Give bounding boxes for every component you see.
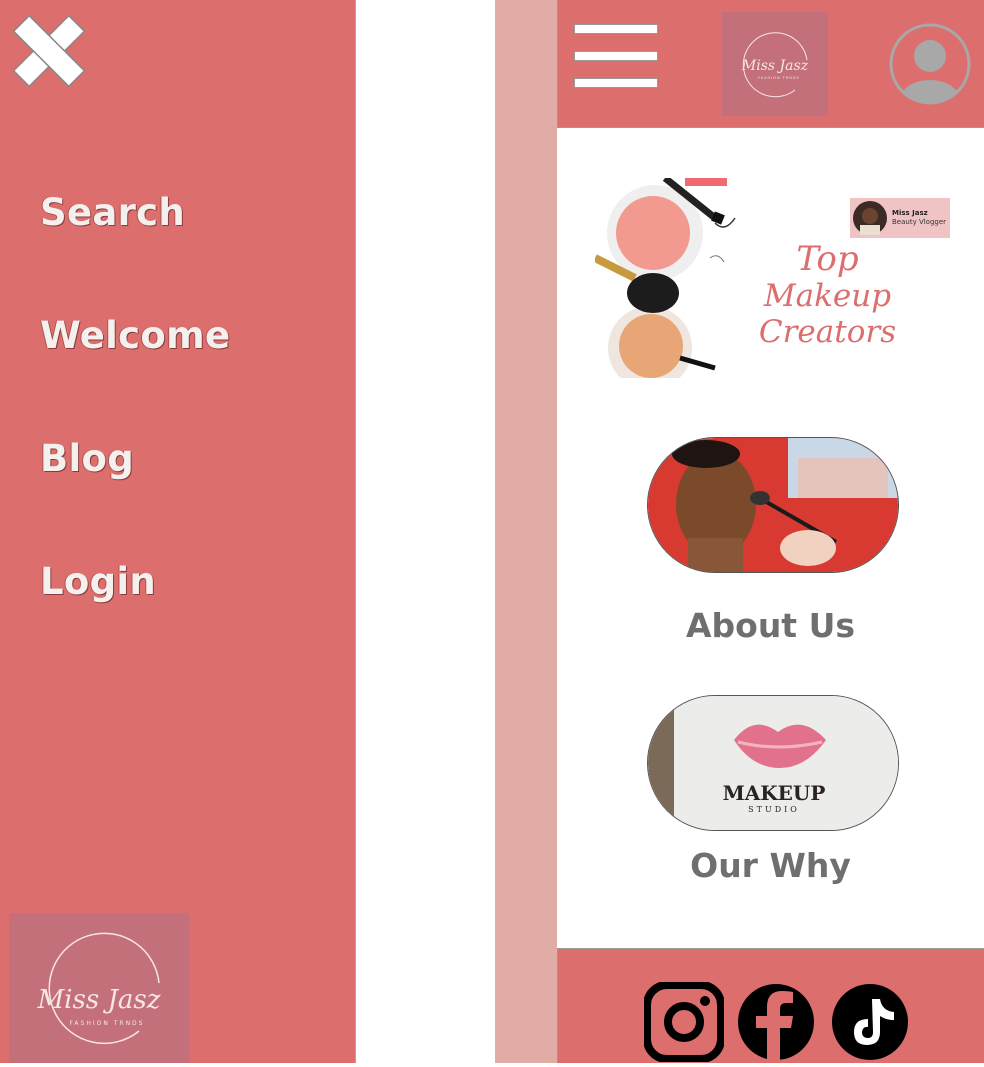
screen-edge-strip — [495, 0, 557, 1063]
nav-item-login[interactable]: Login — [40, 559, 230, 682]
banner-title-line2: Makeup Creators — [758, 278, 897, 350]
drawer-brand-logo: Miss Jasz FASHION TRNDS — [9, 913, 189, 1063]
about-us-image[interactable] — [647, 437, 899, 573]
makeup-text: MAKEUP — [723, 781, 826, 805]
nav-item-search[interactable]: Search — [40, 190, 230, 313]
drawer-logo-script: Miss Jasz — [37, 985, 161, 1015]
instagram-icon[interactable] — [644, 982, 724, 1062]
user-avatar-icon[interactable] — [888, 22, 972, 106]
tiktok-icon[interactable] — [830, 982, 910, 1062]
badge-name: Miss Jasz — [892, 209, 928, 217]
navigation-drawer: Search Welcome Blog Login Miss Jasz FASH… — [0, 0, 356, 1063]
nav-item-blog[interactable]: Blog — [40, 436, 230, 559]
drawer-nav-list: Search Welcome Blog Login — [40, 190, 230, 682]
nav-item-welcome[interactable]: Welcome — [40, 313, 230, 436]
banner-title-line1: Top — [796, 239, 859, 279]
about-us-link[interactable]: About Us — [557, 606, 984, 645]
header-logo-script: Miss Jasz — [741, 58, 809, 74]
blogger-avatar-photo — [853, 201, 887, 235]
app-footer — [557, 948, 984, 1063]
close-x-icon[interactable] — [8, 10, 90, 92]
studio-text: STUDIO — [748, 805, 800, 814]
our-why-image[interactable]: MAKEUP STUDIO — [647, 695, 899, 831]
facebook-icon[interactable] — [736, 982, 816, 1062]
home-content: Miss Jasz Beauty Vlogger Top Makeup Crea… — [557, 128, 984, 948]
hamburger-icon[interactable] — [574, 24, 658, 88]
top-makeup-creators-banner[interactable]: Miss Jasz Beauty Vlogger Top Makeup Crea… — [595, 178, 950, 378]
header-logo-tagline: FASHION TRNDS — [758, 76, 800, 80]
our-why-link[interactable]: Our Why — [557, 846, 984, 885]
drawer-logo-tagline: FASHION TRNDS — [70, 1020, 145, 1027]
badge-role: Beauty Vlogger — [892, 218, 947, 226]
blogger-badge: Miss Jasz Beauty Vlogger — [850, 198, 950, 238]
app-top-bar: Miss Jasz FASHION TRNDS — [557, 0, 984, 128]
header-brand-logo[interactable]: Miss Jasz FASHION TRNDS — [722, 12, 828, 116]
banner-title: Top Makeup Creators — [705, 240, 950, 350]
